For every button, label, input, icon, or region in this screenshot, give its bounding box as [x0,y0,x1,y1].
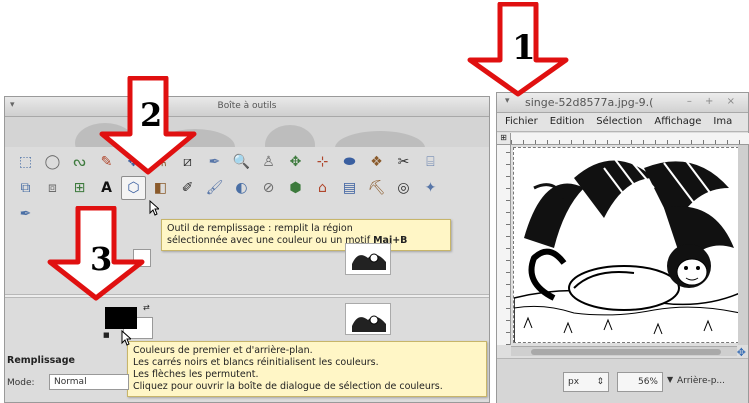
tooltip-line: Couleurs de premier et d'arrière-plan. [133,345,313,356]
image-menubar: Fichier Edition Sélection Affichage Ima [497,113,748,132]
tooltip-line-text: sélectionnée avec une couleur ou un moti… [167,235,371,246]
tooltip-line: Outil de remplissage : remplit la région [167,223,353,234]
tool-button[interactable]: ⊘ [256,176,281,200]
mode-select[interactable]: Normal [49,374,129,390]
tool-button[interactable]: ⊹ [310,150,335,174]
scroll-thumb[interactable] [531,349,721,355]
thumbnail-monkey-image [350,248,388,272]
tool-button[interactable]: A [94,176,119,200]
tooltip-line: Les flèches les permutent. [133,369,259,380]
tool-button[interactable]: ⬢ [283,176,308,200]
spin-arrows-icon: ⇕ [596,377,604,387]
tool-button[interactable]: ᔓ [67,150,92,174]
tool-button[interactable]: ✥ [283,150,308,174]
tool-button[interactable]: ✐ [175,176,200,200]
tooltip-line: sélectionnée avec une couleur ou un moti… [167,235,445,247]
ruler-corner[interactable]: ⊞ [497,133,511,145]
tool-button[interactable]: ◐ [229,176,254,200]
tool-button[interactable]: ⬚ [13,150,38,174]
unit-value: px [568,377,580,387]
tool-button[interactable]: ⌂ [310,176,335,200]
zoom-dropdown-icon[interactable]: ▼ [667,375,673,384]
callout-number-3: 3 [90,240,113,278]
image-window: ▾ singe-52d8577a.jpg-9.( – + × Fichier Ed… [496,92,749,403]
callout-number-1: 1 [512,28,536,68]
window-controls[interactable]: – + × [687,96,740,107]
tool-button[interactable]: 🔍 [229,150,254,174]
status-message: Arrière-p... [677,376,726,386]
tool-button[interactable]: ⧉ [13,176,38,200]
vertical-scrollbar[interactable] [738,145,748,345]
tooltip-line: Cliquez pour ouvrir la boîte de dialogue… [133,381,443,392]
tool-button[interactable]: ⊞ [67,176,92,200]
bucket-fill-tool-button[interactable]: ⬡ [121,176,146,200]
mouse-cursor-icon [121,330,131,346]
tool-button[interactable]: ✦ [418,176,443,200]
thumbnail-monkey-image [352,315,386,332]
tool-options-title: Remplissage [7,355,75,366]
toolbox-titlebar[interactable]: ▾ Boîte à outils [5,97,489,117]
tool-button[interactable]: ♙ [256,150,281,174]
tool-row: ⧉ ⧈ ⊞ A ⬡ ◧ ✐ 🖌 ◐ ⊘ ⬢ ⌂ ▤ ⛏ ◎ ✦ [13,175,489,201]
vertical-ruler[interactable] [497,145,511,345]
fill-tool-tooltip: Outil de remplissage : remplit la région… [161,219,451,251]
unit-select[interactable]: px ⇕ [563,372,609,392]
menu-file[interactable]: Fichier [497,113,542,127]
monkey-illustration [514,152,738,342]
tool-button[interactable]: ◯ [40,150,65,174]
tooltip-line: Les carrés noirs et blancs réinitialisen… [133,357,379,368]
tool-button[interactable]: ▤ [337,176,362,200]
mode-label: Mode: [7,378,35,388]
menu-edit[interactable]: Edition [542,113,589,127]
swap-colors-icon[interactable]: ⇄ [143,303,150,312]
toolbox-title: Boîte à outils [217,101,277,111]
image-statusbar: px ⇕ 56% ▼ Arrière-p... [497,358,748,403]
tool-button[interactable]: ◎ [391,176,416,200]
tool-button[interactable]: ⌸ [418,150,443,174]
toolbox-banner [5,117,489,147]
horizontal-scrollbar[interactable] [511,346,737,356]
reset-colors-icon[interactable]: ■ [103,331,110,339]
brush-thumbnail[interactable] [345,303,391,335]
callout-number-2: 2 [140,96,163,134]
tool-button[interactable]: ⛏ [364,176,389,200]
menu-view[interactable]: Affichage [646,113,705,127]
tool-button[interactable]: ✂ [391,150,416,174]
image-canvas[interactable] [513,147,739,343]
tool-button[interactable]: ❖ [364,150,389,174]
tool-row: ⬚◯ᔓ✎✥⚗⧄✒🔍♙✥⊹⬬❖✂⌸ [13,149,489,175]
menu-select[interactable]: Sélection [588,113,646,127]
tool-button[interactable]: ⧈ [40,176,65,200]
colors-tooltip: Couleurs de premier et d'arrière-plan. L… [127,341,487,397]
foreground-color-swatch[interactable] [105,307,137,329]
zoom-select[interactable]: 56% [617,372,663,392]
horizontal-ruler[interactable] [511,133,749,145]
tool-button[interactable]: ✒ [13,202,38,226]
tool-button[interactable]: ◧ [148,176,173,200]
image-thumbnail[interactable] [345,243,391,275]
tool-button[interactable]: ⬬ [337,150,362,174]
tool-button[interactable]: 🖌 [202,176,227,200]
menu-image[interactable]: Ima [705,113,736,127]
